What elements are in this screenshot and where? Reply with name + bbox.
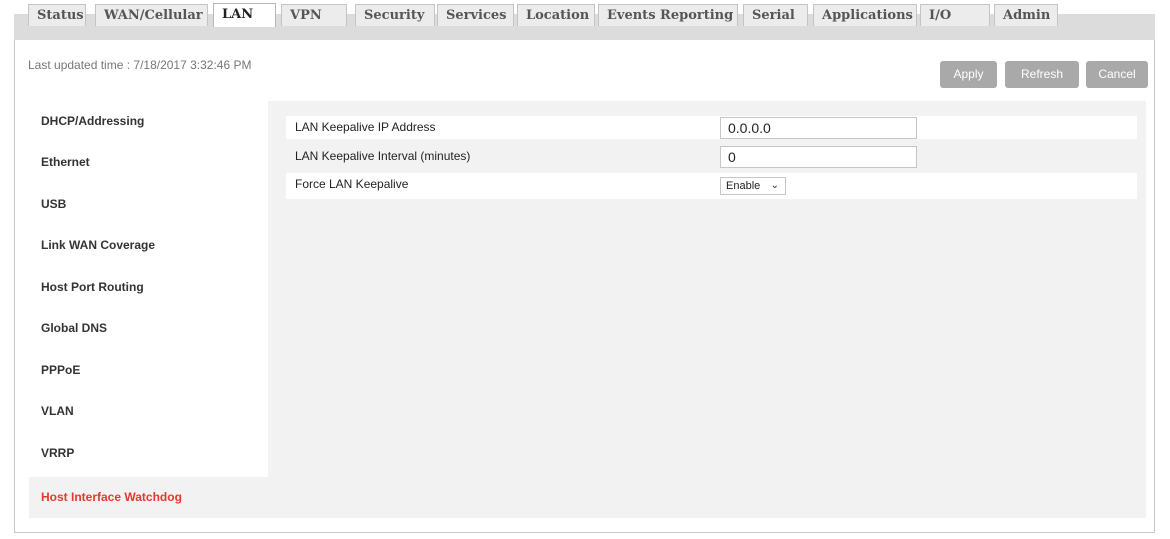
force-keepalive-row: Force LAN Keepalive Enable ⌄	[286, 173, 1137, 199]
tab-security[interactable]: Security	[355, 4, 435, 26]
tab-services[interactable]: Services	[437, 4, 514, 26]
tab-events-reporting[interactable]: Events Reporting	[598, 4, 738, 26]
sidebar-item-host-interface-watchdog[interactable]: Host Interface Watchdog	[29, 477, 268, 518]
keepalive-ip-input[interactable]	[720, 117, 917, 139]
keepalive-interval-label: LAN Keepalive Interval (minutes)	[295, 149, 471, 163]
tab-admin[interactable]: Admin	[994, 4, 1058, 26]
sidebar-item-global-dns[interactable]: Global DNS	[29, 308, 268, 349]
tab-vpn[interactable]: VPN	[281, 4, 347, 26]
tab-status[interactable]: Status	[28, 4, 86, 26]
sidebar-item-ethernet[interactable]: Ethernet	[29, 142, 268, 183]
tab-lan[interactable]: LAN	[213, 3, 276, 27]
force-keepalive-label: Force LAN Keepalive	[295, 177, 409, 191]
sidebar: DHCP/Addressing Ethernet USB Link WAN Co…	[29, 101, 268, 518]
keepalive-interval-input[interactable]	[720, 146, 917, 168]
sidebar-item-pppoe[interactable]: PPPoE	[29, 350, 268, 391]
tab-io[interactable]: I/O	[920, 4, 990, 26]
tab-applications[interactable]: Applications	[813, 4, 917, 26]
tab-wan-cellular[interactable]: WAN/Cellular	[95, 4, 208, 26]
sidebar-item-dhcp-addressing[interactable]: DHCP/Addressing	[29, 101, 268, 142]
cancel-button[interactable]: Cancel	[1086, 61, 1148, 88]
last-updated-text: Last updated time : 7/18/2017 3:32:46 PM	[28, 58, 252, 72]
force-keepalive-select[interactable]: Enable ⌄	[720, 177, 786, 195]
tab-serial[interactable]: Serial	[743, 4, 808, 26]
force-keepalive-value: Enable	[726, 180, 761, 192]
tab-location[interactable]: Location	[517, 4, 595, 26]
keepalive-interval-row: LAN Keepalive Interval (minutes)	[286, 145, 1137, 168]
sidebar-item-usb[interactable]: USB	[29, 184, 268, 225]
sidebar-item-vlan[interactable]: VLAN	[29, 391, 268, 432]
refresh-button[interactable]: Refresh	[1005, 61, 1079, 88]
sidebar-item-link-wan-coverage[interactable]: Link WAN Coverage	[29, 225, 268, 266]
chevron-down-icon: ⌄	[770, 180, 779, 191]
keepalive-ip-row: LAN Keepalive IP Address	[286, 116, 1137, 139]
sidebar-item-vrrp[interactable]: VRRP	[29, 433, 268, 474]
sidebar-item-host-port-routing[interactable]: Host Port Routing	[29, 267, 268, 308]
apply-button[interactable]: Apply	[940, 61, 997, 88]
keepalive-ip-label: LAN Keepalive IP Address	[295, 120, 436, 134]
